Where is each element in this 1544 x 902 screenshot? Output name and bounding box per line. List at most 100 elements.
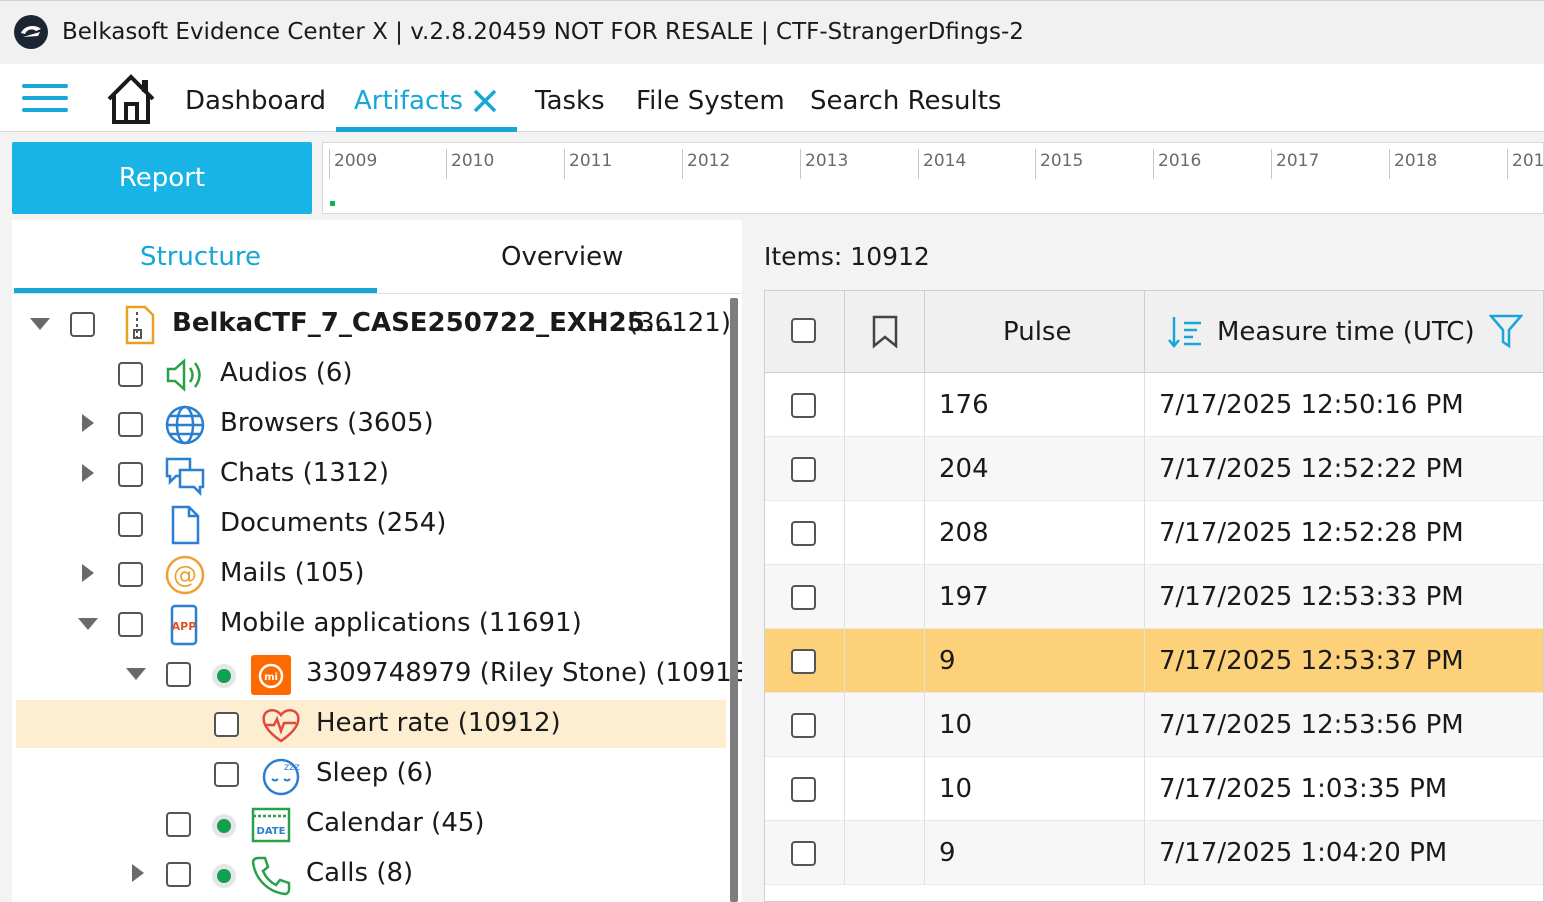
measure-time-cell: 7/17/2025 1:03:35 PM xyxy=(1145,757,1543,821)
select-all-checkbox[interactable] xyxy=(791,318,816,343)
tab-artifacts[interactable]: Artifacts xyxy=(354,86,463,116)
tree-item-sleep[interactable]: zzz Sleep (6) xyxy=(16,750,726,798)
tree-scrollbar[interactable] xyxy=(730,298,738,902)
select-all-column xyxy=(765,291,845,373)
row-checkbox[interactable] xyxy=(791,841,816,866)
row-checkbox[interactable] xyxy=(791,713,816,738)
sleep-icon: zzz xyxy=(260,754,302,796)
row-checkbox[interactable] xyxy=(791,457,816,482)
table-row[interactable]: 9 7/17/2025 12:53:37 PM xyxy=(765,629,1543,693)
timeline-year: 2017 xyxy=(1271,149,1319,179)
expand-arrow-icon[interactable] xyxy=(132,864,144,882)
tree-item-account[interactable]: mi 3309748979 (Riley Stone) (10918) xyxy=(16,650,758,698)
expand-arrow-icon[interactable] xyxy=(82,464,94,482)
column-pulse[interactable]: Pulse xyxy=(925,291,1145,373)
tree-item-calls[interactable]: Calls (8) xyxy=(16,850,726,898)
tree-item-calendar[interactable]: DATE Calendar (45) xyxy=(16,800,726,848)
tree-item-documents[interactable]: Documents (254) xyxy=(16,500,726,548)
expand-arrow-icon[interactable] xyxy=(82,564,94,582)
tree-checkbox[interactable] xyxy=(118,562,143,587)
tab-tasks[interactable]: Tasks xyxy=(535,86,605,116)
tree-checkbox[interactable] xyxy=(118,462,143,487)
tree-checkbox[interactable] xyxy=(118,362,143,387)
bookmark-column xyxy=(845,291,925,373)
expand-arrow-icon[interactable] xyxy=(82,414,94,432)
tree-item-mobile-applications[interactable]: APP Mobile applications (11691) xyxy=(16,600,726,648)
timeline-year: 2019 xyxy=(1507,149,1543,179)
expand-arrow-icon[interactable] xyxy=(30,318,50,330)
svg-text:DATE: DATE xyxy=(257,826,286,837)
sort-descending-icon[interactable] xyxy=(1167,315,1203,353)
column-measure-time[interactable]: Measure time (UTC) xyxy=(1145,291,1543,373)
table-row[interactable]: 9 7/17/2025 1:04:20 PM xyxy=(765,821,1543,885)
row-checkbox[interactable] xyxy=(791,649,816,674)
pulse-cell: 10 xyxy=(925,693,1145,757)
tree-checkbox[interactable] xyxy=(166,862,191,887)
report-button[interactable]: Report xyxy=(12,142,312,214)
table-row[interactable]: 197 7/17/2025 12:53:33 PM xyxy=(765,565,1543,629)
pulse-cell: 208 xyxy=(925,501,1145,565)
tree-item-chats[interactable]: Chats (1312) xyxy=(16,450,726,498)
tab-file-system[interactable]: File System xyxy=(636,86,785,116)
tree-checkbox[interactable] xyxy=(70,312,95,337)
tree-item-label: 3309748979 (Riley Stone) (10918) xyxy=(306,658,759,688)
table-row[interactable]: 10 7/17/2025 12:53:56 PM xyxy=(765,693,1543,757)
row-bookmark-cell[interactable] xyxy=(845,565,925,629)
close-tab-icon[interactable] xyxy=(472,88,498,118)
tree-checkbox[interactable] xyxy=(214,712,239,737)
bookmark-icon[interactable] xyxy=(871,315,899,353)
tree-checkbox[interactable] xyxy=(118,512,143,537)
pulse-value: 208 xyxy=(939,518,989,548)
chat-bubbles-icon xyxy=(164,454,206,497)
structure-panel: Structure Overview BelkaCTF_7_CASE250722… xyxy=(12,220,758,902)
tab-overview[interactable]: Overview xyxy=(501,242,623,272)
column-header-label: Pulse xyxy=(1003,317,1072,347)
table-row[interactable]: 10 7/17/2025 1:03:35 PM xyxy=(765,757,1543,821)
window-title: Belkasoft Evidence Center X | v.2.8.2045… xyxy=(62,19,1024,45)
row-bookmark-cell[interactable] xyxy=(845,501,925,565)
table-row[interactable]: 204 7/17/2025 12:52:22 PM xyxy=(765,437,1543,501)
tab-dashboard[interactable]: Dashboard xyxy=(185,86,326,116)
row-checkbox[interactable] xyxy=(791,393,816,418)
tab-structure[interactable]: Structure xyxy=(140,242,261,272)
document-icon xyxy=(164,504,206,546)
row-checkbox[interactable] xyxy=(791,777,816,802)
measure-time-cell: 7/17/2025 12:53:37 PM xyxy=(1145,629,1543,693)
expand-arrow-icon[interactable] xyxy=(126,668,146,680)
measure-time-cell: 7/17/2025 12:52:28 PM xyxy=(1145,501,1543,565)
row-bookmark-cell[interactable] xyxy=(845,373,925,437)
tree-checkbox[interactable] xyxy=(214,762,239,787)
tree-item-audios[interactable]: Audios (6) xyxy=(16,350,726,398)
hamburger-menu-icon[interactable] xyxy=(22,84,68,114)
timeline-year: 2010 xyxy=(446,149,494,179)
tree-item-browsers[interactable]: Browsers (3605) xyxy=(16,400,726,448)
measure-time-value: 7/17/2025 12:52:22 PM xyxy=(1159,454,1464,484)
tree-item-mails[interactable]: @ Mails (105) xyxy=(16,550,726,598)
expand-arrow-icon[interactable] xyxy=(78,618,98,630)
tree-checkbox[interactable] xyxy=(118,612,143,637)
svg-text:APP: APP xyxy=(172,620,197,633)
tab-search-results[interactable]: Search Results xyxy=(810,86,1001,116)
tree-checkbox[interactable] xyxy=(118,412,143,437)
row-checkbox[interactable] xyxy=(791,521,816,546)
svg-text:@: @ xyxy=(173,561,197,589)
row-bookmark-cell[interactable] xyxy=(845,693,925,757)
tree-item-heart-rate[interactable]: Heart rate (10912) xyxy=(16,700,726,748)
row-bookmark-cell[interactable] xyxy=(845,629,925,693)
tree-item-label: Chats (1312) xyxy=(220,458,390,488)
tree-item-case[interactable]: BelkaCTF_7_CASE250722_EXH25... (36121) xyxy=(16,300,731,348)
home-icon[interactable] xyxy=(104,72,158,130)
timeline-year: 2012 xyxy=(682,149,730,179)
mi-logo-icon: mi xyxy=(250,654,292,696)
tree-checkbox[interactable] xyxy=(166,812,191,837)
row-bookmark-cell[interactable] xyxy=(845,821,925,885)
filter-icon[interactable] xyxy=(1488,313,1524,353)
row-bookmark-cell[interactable] xyxy=(845,757,925,821)
row-bookmark-cell[interactable] xyxy=(845,437,925,501)
tree-checkbox[interactable] xyxy=(166,662,191,687)
table-row[interactable]: 208 7/17/2025 12:52:28 PM xyxy=(765,501,1543,565)
timeline[interactable]: 2009 2010 2011 2012 2013 2014 2015 2016 … xyxy=(322,142,1544,214)
table-row[interactable]: 176 7/17/2025 12:50:16 PM xyxy=(765,373,1543,437)
pulse-cell: 9 xyxy=(925,629,1145,693)
row-checkbox[interactable] xyxy=(791,585,816,610)
